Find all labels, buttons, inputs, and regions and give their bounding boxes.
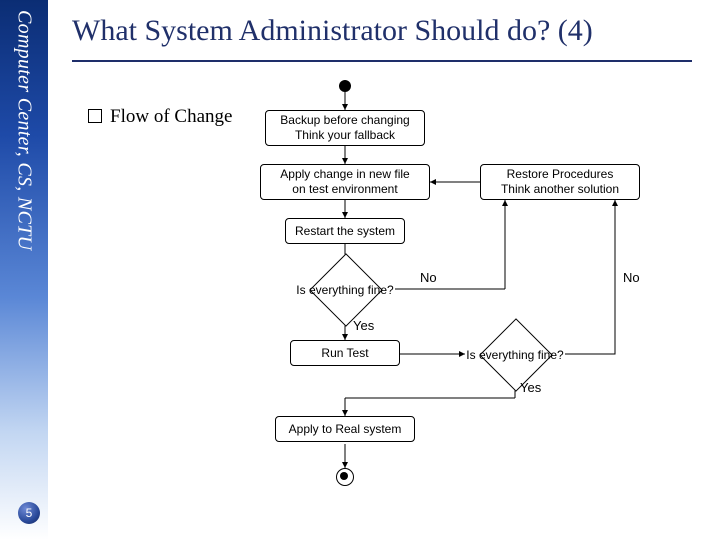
sidebar: Computer Center, CS, NCTU (0, 0, 48, 540)
flow-node-apply: Apply change in new fileon test environm… (260, 164, 430, 200)
sidebar-label: Computer Center, CS, NCTU (13, 10, 36, 250)
flow-end-node (336, 468, 354, 486)
flow-decision-2-label: Is everything fine? (455, 348, 575, 362)
flow-node-backup: Backup before changingThink your fallbac… (265, 110, 425, 146)
flow-node-restart: Restart the system (285, 218, 405, 244)
flowchart: Backup before changingThink your fallbac… (255, 80, 705, 520)
slide: Computer Center, CS, NCTU 5 What System … (0, 0, 720, 540)
flow-edge-d1-yes: Yes (353, 318, 374, 333)
flow-decision-1-label: Is everything fine? (285, 283, 405, 297)
page-number: 5 (18, 502, 40, 524)
flow-node-runtest-label: Run Test (321, 346, 368, 361)
slide-title: What System Administrator Should do? (4) (72, 14, 593, 48)
square-bullet-icon (88, 109, 102, 123)
flow-edge-d2-yes: Yes (520, 380, 541, 395)
flow-edge-d1-no: No (420, 270, 437, 285)
flow-start-node (339, 80, 351, 92)
flow-node-runtest: Run Test (290, 340, 400, 366)
flow-node-restore: Restore ProceduresThink another solution (480, 164, 640, 200)
flow-node-applyreal-label: Apply to Real system (289, 422, 402, 437)
bullet-label: Flow of Change (110, 106, 232, 128)
flow-edge-d2-no: No (623, 270, 640, 285)
flow-node-restore-label: Restore ProceduresThink another solution (501, 167, 619, 197)
flow-node-applyreal: Apply to Real system (275, 416, 415, 442)
flow-node-restart-label: Restart the system (295, 224, 395, 239)
title-underline (72, 60, 692, 62)
bullet-flow-of-change: Flow of Change (88, 106, 232, 128)
flow-node-backup-label: Backup before changingThink your fallbac… (280, 113, 409, 143)
flow-node-apply-label: Apply change in new fileon test environm… (280, 167, 409, 197)
